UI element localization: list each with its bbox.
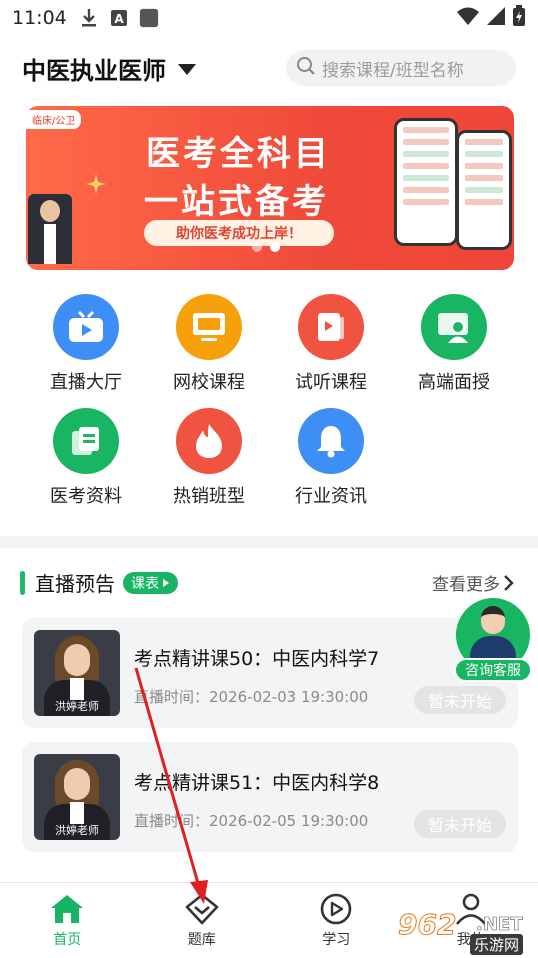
section-accent-bar <box>20 570 25 595</box>
banner-headline-2: 一站式备考 <box>144 182 329 222</box>
service-label: 咨询客服 <box>454 658 532 682</box>
menu-label: 热销班型 <box>173 486 245 507</box>
documents-icon <box>53 408 119 474</box>
bell-icon <box>298 408 364 474</box>
teacher-thumbnail: 洪婷老师 <box>34 630 120 716</box>
carousel-indicator[interactable] <box>252 242 280 252</box>
live-section-header: 直播预告 课表 <box>20 568 178 597</box>
nav-label: 学习 <box>322 932 351 948</box>
course-card[interactable]: 洪婷老师 考点精讲课50：中医内科学7 直播时间：2026-02-03 19:3… <box>22 618 518 728</box>
watermark-number: 962 <box>397 908 457 942</box>
watermark-text: 乐游网 <box>470 934 524 955</box>
teacher-caption: 洪婷老师 <box>55 700 99 713</box>
status-bar: 11:04 A <box>0 0 538 36</box>
fire-icon <box>176 408 242 474</box>
search-icon <box>296 56 316 80</box>
carousel-dot-active[interactable] <box>270 242 280 252</box>
menu-label: 直播大厅 <box>50 372 122 393</box>
banner-phone-mockup <box>456 130 512 250</box>
menu-label: 行业资讯 <box>295 486 367 507</box>
square-app-icon <box>139 8 159 28</box>
schedule-badge-label: 课表 <box>131 575 159 592</box>
course-title: 考点精讲课51：中医内科学8 <box>134 772 380 794</box>
course-status-button[interactable]: 暂未开始 <box>414 810 506 838</box>
nav-home[interactable]: 首页 <box>0 883 135 958</box>
menu-label: 医考资料 <box>50 486 122 507</box>
customer-service-button[interactable]: 咨询客服 <box>454 598 532 682</box>
course-card[interactable]: 洪婷老师 考点精讲课51：中医内科学8 直播时间：2026-02-05 19:3… <box>22 742 518 852</box>
menu-trial-courses[interactable]: 试听课程 <box>276 294 386 394</box>
carousel-dot[interactable] <box>252 242 262 252</box>
watermark-net: .NET <box>476 914 523 936</box>
menu-live-hall[interactable]: 直播大厅 <box>31 294 141 394</box>
download-icon <box>79 8 99 28</box>
top-section: 临床/公卫 医考全科目 一站式备考 助你医考成功上岸！ 直播大厅 网校课程 试听… <box>0 100 538 536</box>
battery-icon <box>512 5 526 31</box>
status-time: 11:04 <box>12 7 67 29</box>
teacher-caption: 洪婷老师 <box>55 824 99 837</box>
schedule-badge[interactable]: 课表 <box>123 571 178 594</box>
course-time: 直播时间：2026-02-03 19:30:00 <box>134 688 369 706</box>
signal-icon <box>486 6 506 30</box>
nav-study[interactable]: 学习 <box>269 883 404 958</box>
status-system-icons <box>456 5 526 31</box>
text-a-icon: A <box>109 8 129 28</box>
search-placeholder: 搜索课程/班型名称 <box>322 60 464 81</box>
play-triangle-icon <box>163 578 169 587</box>
home-icon <box>51 895 84 923</box>
nav-question-bank[interactable]: 题库 <box>135 883 270 958</box>
menu-label: 试听课程 <box>295 372 367 393</box>
teacher-board-icon <box>421 294 487 360</box>
menu-label: 网校课程 <box>173 372 245 393</box>
banner-tag: 临床/公卫 <box>26 110 82 129</box>
course-title: 考点精讲课50：中医内科学7 <box>134 648 380 670</box>
see-more-link[interactable]: 查看更多 <box>432 570 514 595</box>
menu-online-courses[interactable]: 网校课程 <box>154 294 264 394</box>
play-book-icon <box>298 294 364 360</box>
header: 中医执业医师 搜索课程/班型名称 <box>0 36 538 100</box>
sparkle-icon <box>86 174 106 194</box>
teacher-thumbnail: 洪婷老师 <box>34 754 120 840</box>
live-section-title: 直播预告 <box>35 572 115 596</box>
chevron-right-icon <box>504 574 514 591</box>
course-status-button[interactable]: 暂未开始 <box>414 686 506 714</box>
site-watermark: 962 .NET 乐游网 <box>397 908 532 955</box>
promo-banner[interactable]: 临床/公卫 医考全科目 一站式备考 助你医考成功上岸！ <box>26 106 514 270</box>
banner-phone-mockup <box>394 118 458 246</box>
banner-teacher-photo <box>28 194 72 264</box>
menu-industry-news[interactable]: 行业资讯 <box>276 408 386 508</box>
monitor-icon <box>176 294 242 360</box>
wifi-icon <box>456 6 480 30</box>
svg-text:A: A <box>114 12 124 26</box>
nav-label: 首页 <box>53 932 82 948</box>
nav-label: 题库 <box>187 932 216 948</box>
question-bank-icon <box>185 893 219 925</box>
search-input[interactable]: 搜索课程/班型名称 <box>286 50 516 86</box>
play-circle-icon <box>320 893 352 925</box>
menu-premium-classes[interactable]: 高端面授 <box>399 294 509 394</box>
caret-down-icon <box>178 64 196 75</box>
banner-slogan: 助你医考成功上岸！ <box>144 220 334 246</box>
live-tv-icon <box>53 294 119 360</box>
exam-title: 中医执业医师 <box>22 56 166 85</box>
menu-label: 高端面授 <box>418 372 490 393</box>
status-notification-icons: A <box>79 8 159 28</box>
banner-headline-1: 医考全科目 <box>146 134 331 174</box>
exam-selector[interactable]: 中医执业医师 <box>22 51 196 86</box>
menu-hot-classes[interactable]: 热销班型 <box>154 408 264 508</box>
menu-exam-materials[interactable]: 医考资料 <box>31 408 141 508</box>
see-more-label: 查看更多 <box>432 575 500 595</box>
course-time: 直播时间：2026-02-05 19:30:00 <box>134 812 369 830</box>
